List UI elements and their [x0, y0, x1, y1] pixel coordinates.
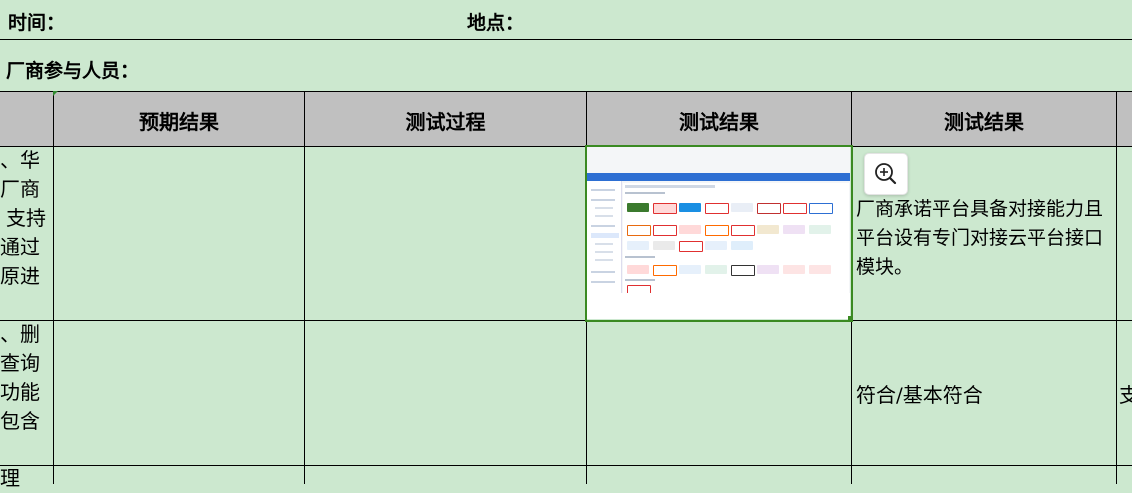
zoom-in-icon — [875, 163, 897, 185]
location-label: 地点： — [467, 12, 525, 34]
resize-handle[interactable] — [848, 316, 853, 321]
time-label: 时间： — [8, 12, 66, 34]
row1-result-description: 厂商承诺平台具备对接能力且平台设有专门对接云平台接口模块。 — [856, 198, 1104, 278]
header-test-process[interactable]: 测试过程 — [305, 106, 586, 135]
row2-left-line2: 查询 — [0, 351, 40, 375]
header-expected-result[interactable]: 预期结果 — [54, 106, 304, 135]
row1-left-line1: 、华 — [0, 148, 40, 172]
row2-left-line4: 包含 — [0, 409, 40, 433]
image-selection-border — [585, 145, 853, 322]
row1-left-line3: 支持 — [6, 206, 46, 230]
row1-left-line2: 厂商 — [0, 177, 40, 201]
header-test-result[interactable]: 测试结果 — [587, 106, 851, 135]
vendor-participants-label: 厂商参与人员： — [6, 60, 140, 82]
row3-left-line1: 理 — [0, 466, 20, 490]
row1-left-line4: 通过 — [0, 235, 40, 259]
zoom-in-button[interactable] — [864, 153, 908, 195]
row2-left-line3: 功能 — [0, 380, 40, 404]
row2-right-fragment: 支 — [1119, 383, 1132, 407]
row2-result: 符合/基本符合 — [856, 383, 983, 407]
cell-marker — [53, 91, 58, 96]
header-test-result-2[interactable]: 测试结果 — [852, 106, 1116, 135]
row2-left-line1: 、删 — [0, 322, 40, 346]
row1-left-line5: 原进 — [0, 264, 40, 288]
